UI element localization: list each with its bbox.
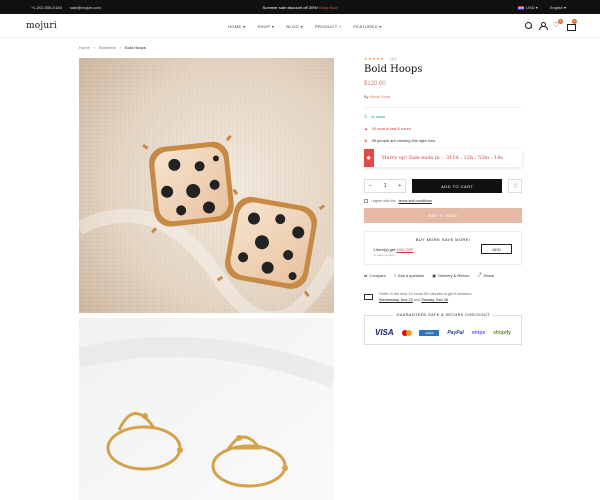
main-nav: HOME ▾ SHOP ▾ BLOG ▾ PRODUCT ▾ FEATURED … xyxy=(228,24,382,29)
account-icon[interactable] xyxy=(539,22,548,30)
promo-link[interactable]: Shop Now xyxy=(319,5,337,10)
vendor-link[interactable]: Made Store xyxy=(370,94,391,99)
delivery-date-start: Wednesday, Nov 22 xyxy=(379,298,413,302)
compare-button[interactable]: ⇄ Compare xyxy=(364,272,386,278)
search-icon[interactable] xyxy=(525,22,532,29)
truck-icon xyxy=(364,294,373,300)
sale-countdown: ⏰ Hurry up! Sale ends in : 311d : 12h : … xyxy=(364,149,522,167)
delivery-date-end: Sunday, Nov 26 xyxy=(421,298,449,302)
nav-blog[interactable]: BLOG ▾ xyxy=(286,24,303,29)
paypal-icon: PayPal xyxy=(447,329,464,336)
delivery-estimate: Order in the next 12 hours 53 minutes to… xyxy=(364,291,522,303)
alarm-icon: ⏰ xyxy=(364,149,374,167)
terms-link[interactable]: terms and conditions xyxy=(399,199,432,203)
language-select[interactable]: English ▾ xyxy=(550,5,566,10)
product-image-earrings[interactable] xyxy=(79,58,334,313)
visa-icon: VISA xyxy=(375,328,394,337)
stripe-icon: stripe xyxy=(471,329,486,336)
bundle-heading: BUY MORE SAVE MORE! xyxy=(415,237,471,242)
sold-count: ▲ 26 sold in last 8 hours xyxy=(364,126,411,131)
terms-agreement: I agree with the terms and conditions xyxy=(364,199,522,203)
check-circle-icon: ⊙ xyxy=(364,114,368,119)
compare-icon: ⇄ xyxy=(364,272,368,278)
top-bar: +1-202-555-0184 sale@mojuri.com Summer s… xyxy=(0,0,600,14)
wishlist-count-badge: 0 xyxy=(558,19,563,24)
amex-icon: AMEX xyxy=(419,329,440,336)
promo-text: Summer sale discount off 30%! xyxy=(262,5,318,10)
ask-question-button[interactable]: ? Ask a question xyxy=(394,272,424,278)
mastercard-icon xyxy=(401,329,412,336)
decrease-button[interactable]: − xyxy=(369,183,372,189)
eye-icon: ◉ xyxy=(364,138,368,143)
cart-count-badge: 1 xyxy=(572,19,577,24)
increase-button[interactable]: + xyxy=(398,183,401,189)
question-icon: ? xyxy=(393,272,397,278)
hurry-label: Hurry up! Sale ends in : xyxy=(382,155,443,161)
product-info: ★★★★★ (1) Bold Hoops $120.00 By Made Sto… xyxy=(364,56,522,345)
vendor-line: By Made Store xyxy=(364,94,391,99)
currency-select[interactable]: USD ▾ xyxy=(518,5,538,10)
product-actions: ⇄ Compare ? Ask a question ▣ Delivery & Ret… xyxy=(364,272,522,278)
nav-product[interactable]: PRODUCT ▾ xyxy=(315,24,341,29)
bundle-offer-sub: on each product xyxy=(373,253,395,257)
rating[interactable]: ★★★★★ (1) xyxy=(364,56,522,61)
review-count: (1) xyxy=(390,56,397,61)
product-price: $120.00 xyxy=(364,81,386,87)
add-to-cart-button[interactable]: ADD TO CART xyxy=(412,179,503,193)
product-title: Bold Hoops xyxy=(364,64,423,75)
quantity-stepper[interactable]: − 1 + xyxy=(364,179,407,193)
box-icon: ▣ xyxy=(432,272,437,278)
nav-home[interactable]: HOME ▾ xyxy=(228,24,246,29)
bundle-add-button[interactable]: ADD xyxy=(481,244,512,254)
checkout-heading: GUARANTEED SAFE & SECURE CHECKOUT xyxy=(393,313,493,317)
nav-shop[interactable]: SHOP ▾ xyxy=(258,24,275,29)
site-header: mojuri HOME ▾ SHOP ▾ BLOG ▾ PRODUCT ▾ FE… xyxy=(0,14,600,38)
add-to-wishlist-icon[interactable]: ♡ xyxy=(508,179,522,193)
divider xyxy=(364,107,522,108)
bundle-offer-line: 1 item(s) get 10% OFF xyxy=(373,247,414,252)
stock-status: ⊙ In stock xyxy=(364,114,386,119)
shopify-icon: shopify xyxy=(493,329,511,336)
delivery-return-button[interactable]: ▣ Delivery & Return xyxy=(432,272,469,278)
product-image-rings[interactable] xyxy=(79,318,334,500)
breadcrumb-current: Bold Hoops xyxy=(125,45,146,50)
share-button[interactable]: ⤴ Share xyxy=(477,272,494,278)
breadcrumb-bracelets[interactable]: Bracelets xyxy=(99,45,116,50)
us-flag-icon xyxy=(518,5,525,10)
share-icon: ⤴ xyxy=(477,272,482,277)
viewers-count: ◉ 35 people are viewing this right now xyxy=(364,138,436,143)
quantity-value[interactable]: 1 xyxy=(384,183,387,189)
nav-featured[interactable]: FEATURED ▾ xyxy=(353,24,381,29)
buy-it-now-button[interactable]: BUY IT NOW xyxy=(364,208,522,223)
flame-icon: ▲ xyxy=(364,126,368,131)
cart-icon[interactable]: 1 xyxy=(567,19,577,31)
rating-stars: ★★★★★ xyxy=(364,56,385,61)
wishlist-icon[interactable]: ♡ 0 xyxy=(553,19,563,29)
terms-checkbox[interactable] xyxy=(364,199,368,203)
bundle-offer: BUY MORE SAVE MORE! 1 item(s) get 10% OF… xyxy=(364,231,522,265)
countdown-timer: 311d : 12h : 53m : 14s xyxy=(445,155,503,161)
breadcrumb-home[interactable]: Home xyxy=(79,45,90,50)
secure-checkout: GUARANTEED SAFE & SECURE CHECKOUT VISA A… xyxy=(364,313,522,345)
breadcrumb: Home › Bracelets › Bold Hoops xyxy=(79,45,146,50)
logo[interactable]: mojuri xyxy=(26,21,57,31)
